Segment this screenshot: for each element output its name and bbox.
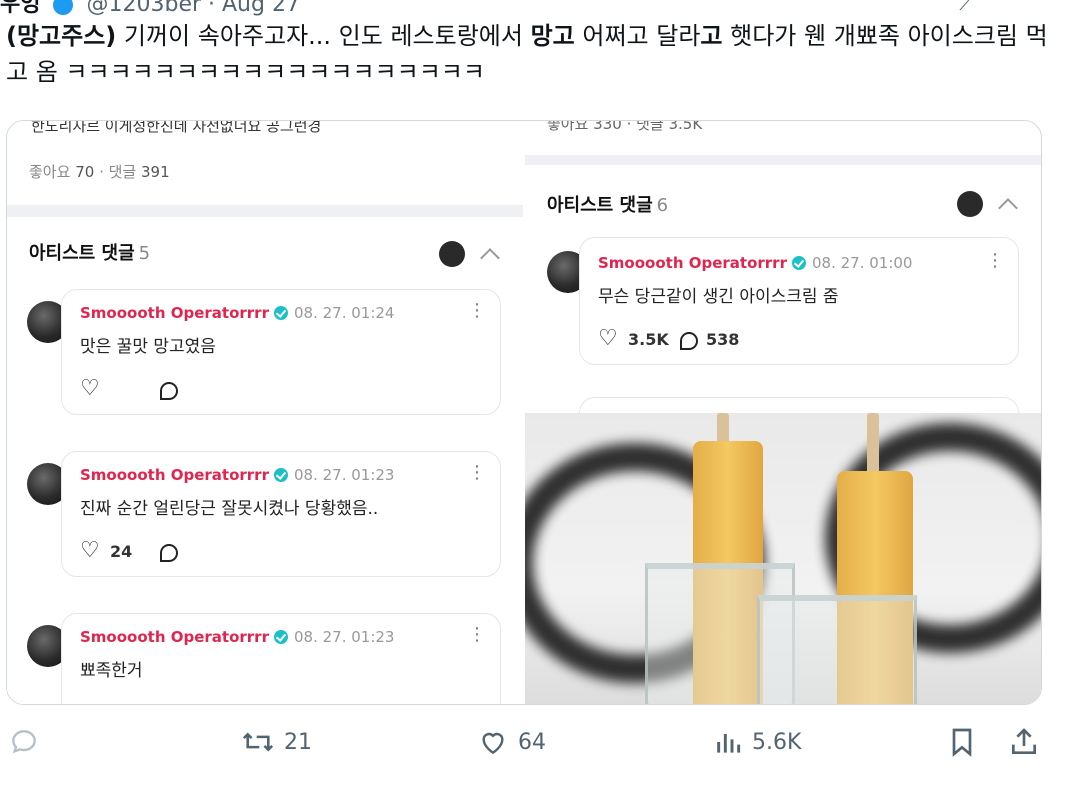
cut-text: 한도리자르 이게정한진데 자전없더요 공그런경 <box>31 120 322 135</box>
tweet-header-cut: 우엉 @1203ber · Aug 27 <box>0 0 1072 17</box>
bookmark-icon <box>952 728 972 757</box>
more-options-icon[interactable]: ⋮ <box>986 252 1004 270</box>
more-options-icon[interactable]: ⋮ <box>468 626 486 644</box>
comment-like-count: 24 <box>110 542 133 561</box>
likes-label: 좋아요 <box>29 163 71 181</box>
share-icon <box>1012 728 1036 754</box>
comment-card: Smooooth Operatorrrr 08. 27. 01:23 ⋮ 뾰족한거 <box>61 613 501 704</box>
retweet-button[interactable]: 21 <box>240 722 312 762</box>
chevron-up-icon[interactable] <box>480 248 500 268</box>
comment-reply-count: 538 <box>706 330 740 349</box>
section-title-text: 아티스트 댓글 <box>29 243 135 264</box>
comment-card: Smooooth Operatorrrr 08. 27. 01:24 ⋮ 맛은 꿀… <box>61 289 501 415</box>
section-title: 아티스트 댓글 6 <box>547 191 668 217</box>
more-options-icon[interactable]: ⋮ <box>468 464 486 482</box>
heart-icon[interactable]: ♡ <box>598 328 618 350</box>
comment-author[interactable]: Smooooth Operatorrrr 08. 27. 01:24 <box>80 304 394 322</box>
comment-card: Smooooth Operatorrrr 08. 27. 01:23 ⋮ 진짜 순… <box>61 451 501 577</box>
comment-author[interactable]: Smooooth Operatorrrr 08. 27. 01:23 <box>80 628 394 646</box>
tweet-media[interactable]: 한도리자르 이게정한진데 자전없더요 공그런경 좋아요 70 · 댓글 391 … <box>6 120 1042 705</box>
comment-time: 08. 27. 01:23 <box>293 628 395 646</box>
reply-bubble-icon[interactable] <box>160 544 178 562</box>
heart-icon[interactable]: ♡ <box>80 540 100 562</box>
tweet-text-part: 어쩌고 달라 <box>574 22 701 50</box>
share-button[interactable] <box>1008 722 1040 762</box>
views-button[interactable]: 5.6K <box>712 722 801 762</box>
section-title-text: 아티스트 댓글 <box>547 195 653 216</box>
comment-author[interactable]: Smooooth Operatorrrr 08. 27. 01:00 <box>598 254 912 272</box>
divider <box>7 205 523 217</box>
reply-bubble-icon[interactable] <box>160 382 178 400</box>
tweet-text: (망고주스) 기꺼이 속아주고자... 인도 레스토랑에서 망고 어쩌고 달라고… <box>6 18 1066 90</box>
reply-button[interactable] <box>8 722 48 762</box>
heart-icon[interactable]: ♡ <box>80 378 100 400</box>
tweet-bold-mango: 망고 <box>530 22 575 50</box>
author-name[interactable]: 우엉 <box>0 0 40 17</box>
bookmark-button[interactable] <box>946 722 978 762</box>
comment-text: 뾰족한거 <box>80 661 143 681</box>
more-options-icon[interactable]: ⋮ <box>468 302 486 320</box>
like-button[interactable]: 64 <box>476 722 546 762</box>
comment-card: Smooooth Operatorrrr 08. 27. 01:00 ⋮ 무슨 당… <box>579 237 1019 365</box>
artist-avatar <box>957 191 983 217</box>
heart-icon <box>482 732 504 755</box>
section-title: 아티스트 댓글 5 <box>29 239 150 265</box>
tweet-action-bar: 21 64 5.6K <box>0 722 1072 778</box>
comment-like-count: 3.5K <box>628 330 669 349</box>
comment-author-name: Smooooth Operatorrrr <box>80 466 269 484</box>
comment-author-name: Smooooth Operatorrrr <box>80 628 269 646</box>
verified-badge-icon <box>53 0 74 15</box>
comment-text: 무슨 당근같이 생긴 아이스크림 줌 <box>598 287 839 307</box>
cut-text: 좋아요 330 · 댓글 3.5K <box>547 120 703 133</box>
views-count: 5.6K <box>752 729 802 755</box>
author-handle-date: @1203ber · Aug 27 <box>86 0 300 17</box>
tweet-bold-title: 망고주스 <box>16 22 106 50</box>
artist-comments-section: 아티스트 댓글 5 Smooooth Operatorrrr 08. 27. 01:… <box>7 217 523 704</box>
comment-author-name: Smooooth Operatorrrr <box>80 304 269 322</box>
section-count: 5 <box>138 243 151 264</box>
artist-avatar <box>439 241 465 267</box>
popsicle-photo[interactable] <box>525 413 1041 704</box>
comments-count: 391 <box>141 163 170 181</box>
views-chart-icon <box>717 734 741 753</box>
comments-label: 댓글 <box>108 163 137 181</box>
tweet-text-part: 기꺼이 속아주고자... 인도 레스토랑에서 <box>116 22 531 50</box>
section-count: 6 <box>656 195 669 216</box>
shot-glass <box>757 595 917 704</box>
reply-icon <box>12 730 36 754</box>
comment-time: 08. 27. 01:23 <box>293 466 395 484</box>
likes-comments-row: 좋아요 70 · 댓글 391 <box>29 163 170 181</box>
tweet-bold-go: 고 <box>700 22 723 50</box>
comment-text: 맛은 꿀맛 망고였음 <box>80 337 216 357</box>
tweet-bracket-open: ( <box>6 22 17 50</box>
grok-icon[interactable]: ⟋ <box>959 0 972 15</box>
comment-text: 진짜 순간 얼린당근 잘못시켰나 당황했음.. <box>80 499 379 519</box>
screenshot-right[interactable]: 좋아요 330 · 댓글 3.5K 아티스트 댓글 6 Smooooth Oper… <box>525 120 1041 437</box>
comment-author[interactable]: Smooooth Operatorrrr 08. 27. 01:23 <box>80 466 394 484</box>
verified-check-icon <box>791 256 806 270</box>
chevron-up-icon[interactable] <box>998 198 1018 218</box>
comment-author-name: Smooooth Operatorrrr <box>598 254 787 272</box>
divider <box>525 155 1041 165</box>
screenshot-left[interactable]: 한도리자르 이게정한진데 자전없더요 공그런경 좋아요 70 · 댓글 391 … <box>7 121 523 704</box>
likes-count: 70 <box>75 163 95 181</box>
retweet-count: 21 <box>284 729 312 755</box>
comment-time: 08. 27. 01:00 <box>811 254 913 272</box>
reply-bubble-icon[interactable] <box>680 332 698 350</box>
tweet-bracket-close: ) <box>105 22 117 50</box>
retweet-icon <box>242 732 274 752</box>
verified-check-icon <box>273 468 288 482</box>
post-meta-area: 한도리자르 이게정한진데 자전없더요 공그런경 좋아요 70 · 댓글 391 <box>7 121 523 205</box>
like-count: 64 <box>518 729 546 755</box>
verified-check-icon <box>273 630 288 644</box>
comment-time: 08. 27. 01:24 <box>293 304 395 322</box>
verified-check-icon <box>273 306 288 320</box>
